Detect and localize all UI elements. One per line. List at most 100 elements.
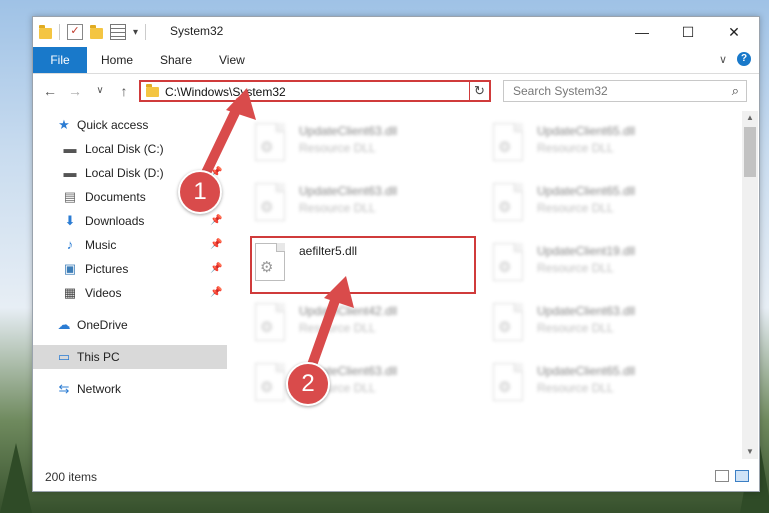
sidebar-item-this-pc[interactable]: ▭ This PC: [33, 345, 227, 369]
file-item[interactable]: ⚙ UpdateClient63.dll Resource DLL: [249, 357, 477, 413]
step-badge-2: 2: [286, 362, 330, 406]
documents-icon: ▤: [63, 189, 77, 204]
dll-file-icon: ⚙: [493, 243, 523, 281]
expand-ribbon-icon[interactable]: ∨: [719, 53, 727, 66]
cloud-icon: ☁: [57, 317, 71, 332]
sidebar-item-local-disk-c[interactable]: ▬ Local Disk (C:): [33, 137, 227, 161]
scroll-up-icon[interactable]: ▲: [742, 111, 758, 125]
pin-icon[interactable]: 📌: [210, 233, 222, 257]
close-button[interactable]: ✕: [711, 17, 757, 47]
gear-icon: ⚙: [498, 139, 512, 156]
minimize-button[interactable]: —: [619, 17, 665, 47]
file-item-aefilter5[interactable]: ⚙ aefilter5.dll: [249, 237, 477, 293]
file-item[interactable]: ⚙ UpdateClient19.dll Resource DLL: [487, 237, 715, 293]
vertical-scrollbar[interactable]: ▲ ▼: [742, 111, 758, 459]
customize-toolbar-icon[interactable]: ▾: [133, 27, 138, 38]
sidebar-item-quick-access[interactable]: ★ Quick access: [33, 113, 227, 137]
sidebar-item-label: Pictures: [85, 262, 129, 276]
folder-icon[interactable]: [39, 24, 52, 39]
search-input[interactable]: Search System32 ⌕: [503, 80, 747, 102]
window-title: System32: [170, 24, 224, 38]
pin-icon[interactable]: 📌: [210, 281, 222, 305]
scroll-down-icon[interactable]: ▼: [742, 445, 758, 459]
recent-locations-button[interactable]: ∨: [91, 81, 109, 101]
search-icon[interactable]: ⌕: [732, 83, 739, 99]
sidebar-item-label: Downloads: [85, 214, 145, 228]
navigation-pane: ★ Quick access ▬ Local Disk (C:) ▬ Local Disk…: [33, 113, 227, 458]
file-item[interactable]: ⚙ UpdateClient65.dll Resource DLL: [487, 117, 715, 173]
scrollbar-thumb[interactable]: [744, 127, 756, 177]
tab-file[interactable]: File: [33, 47, 87, 73]
help-icon[interactable]: ?: [737, 52, 751, 66]
computer-icon: ▭: [57, 349, 71, 364]
drive-icon: ▬: [63, 141, 77, 156]
file-type: Resource DLL: [299, 201, 376, 215]
view-details-icon[interactable]: [110, 24, 126, 40]
sidebar-item-label: Videos: [85, 286, 122, 300]
file-type: Resource DLL: [537, 321, 614, 335]
dll-file-icon: ⚙: [493, 183, 523, 221]
dll-file-icon: ⚙: [255, 303, 285, 341]
file-name: UpdateClient19.dll: [537, 244, 636, 258]
gear-icon: ⚙: [260, 139, 274, 156]
gear-icon: ⚙: [260, 199, 274, 216]
sidebar-item-videos[interactable]: ▦ Videos 📌: [33, 281, 227, 305]
file-name: UpdateClient42.dll: [299, 304, 398, 318]
sidebar-item-pictures[interactable]: ▣ Pictures 📌: [33, 257, 227, 281]
up-button[interactable]: ↑: [115, 81, 133, 101]
forward-button[interactable]: →: [66, 81, 84, 101]
quick-access-toolbar: ✓ ▾: [39, 24, 147, 40]
dll-file-icon: ⚙: [255, 243, 285, 281]
tab-share[interactable]: Share: [160, 47, 192, 73]
dll-file-icon: ⚙: [493, 303, 523, 341]
back-button[interactable]: ←: [41, 81, 59, 101]
step-badge-1: 1: [178, 170, 222, 214]
file-item[interactable]: ⚙ UpdateClient65.dll Resource DLL: [487, 357, 715, 413]
file-item[interactable]: ⚙ UpdateClient63.dll Resource DLL: [487, 297, 715, 353]
refresh-button[interactable]: ↻: [469, 80, 491, 102]
sidebar-item-label: OneDrive: [77, 318, 128, 332]
details-view-icon[interactable]: [715, 470, 729, 482]
address-bar[interactable]: C:\Windows\System32 ∨: [139, 80, 491, 102]
sidebar-item-music[interactable]: ♪ Music 📌: [33, 233, 227, 257]
folder-icon: [146, 84, 159, 97]
file-name: UpdateClient63.dll: [299, 124, 398, 138]
file-item[interactable]: ⚙ UpdateClient63.dll Resource DLL: [249, 177, 477, 233]
dll-file-icon: ⚙: [255, 363, 285, 401]
title-bar: ✓ ▾ System32 — ☐ ✕: [33, 17, 759, 47]
gear-icon: ⚙: [498, 199, 512, 216]
tab-home[interactable]: Home: [101, 47, 133, 73]
star-icon: ★: [58, 117, 70, 132]
file-type: Resource DLL: [299, 141, 376, 155]
file-item[interactable]: ⚙ UpdateClient42.dll Resource DLL: [249, 297, 477, 353]
sidebar-item-label: Music: [85, 238, 117, 252]
background-tree: [0, 443, 32, 513]
file-name: aefilter5.dll: [299, 244, 358, 258]
file-name: UpdateClient63.dll: [299, 184, 398, 198]
tab-view[interactable]: View: [219, 47, 245, 73]
file-type: Resource DLL: [537, 141, 614, 155]
new-folder-icon[interactable]: [90, 24, 103, 39]
sidebar-item-onedrive[interactable]: ☁ OneDrive: [33, 313, 227, 337]
sidebar-item-label: Documents: [85, 190, 146, 204]
network-icon: ⇆: [58, 381, 70, 396]
large-icons-view-icon[interactable]: [735, 470, 749, 482]
file-item[interactable]: ⚙ UpdateClient63.dll Resource DLL: [249, 117, 477, 173]
maximize-button[interactable]: ☐: [665, 17, 711, 47]
gear-icon: ⚙: [498, 259, 512, 276]
file-item[interactable]: ⚙ UpdateClient65.dll Resource DLL: [487, 177, 715, 233]
file-type: Resource DLL: [537, 201, 614, 215]
dll-file-icon: ⚙: [255, 183, 285, 221]
pin-icon[interactable]: 📌: [210, 209, 222, 233]
pin-icon[interactable]: 📌: [210, 257, 222, 281]
file-name: UpdateClient65.dll: [537, 184, 636, 198]
file-type: Resource DLL: [299, 321, 376, 335]
address-path[interactable]: C:\Windows\System32: [165, 85, 286, 99]
sidebar-item-label: Local Disk (C:): [85, 142, 164, 156]
file-type: Resource DLL: [537, 261, 614, 275]
item-count: 200 items: [45, 470, 98, 484]
music-icon: ♪: [66, 237, 74, 252]
sidebar-item-network[interactable]: ⇆ Network: [33, 377, 227, 401]
dll-file-icon: ⚙: [255, 123, 285, 161]
properties-check-icon[interactable]: ✓: [67, 24, 83, 40]
